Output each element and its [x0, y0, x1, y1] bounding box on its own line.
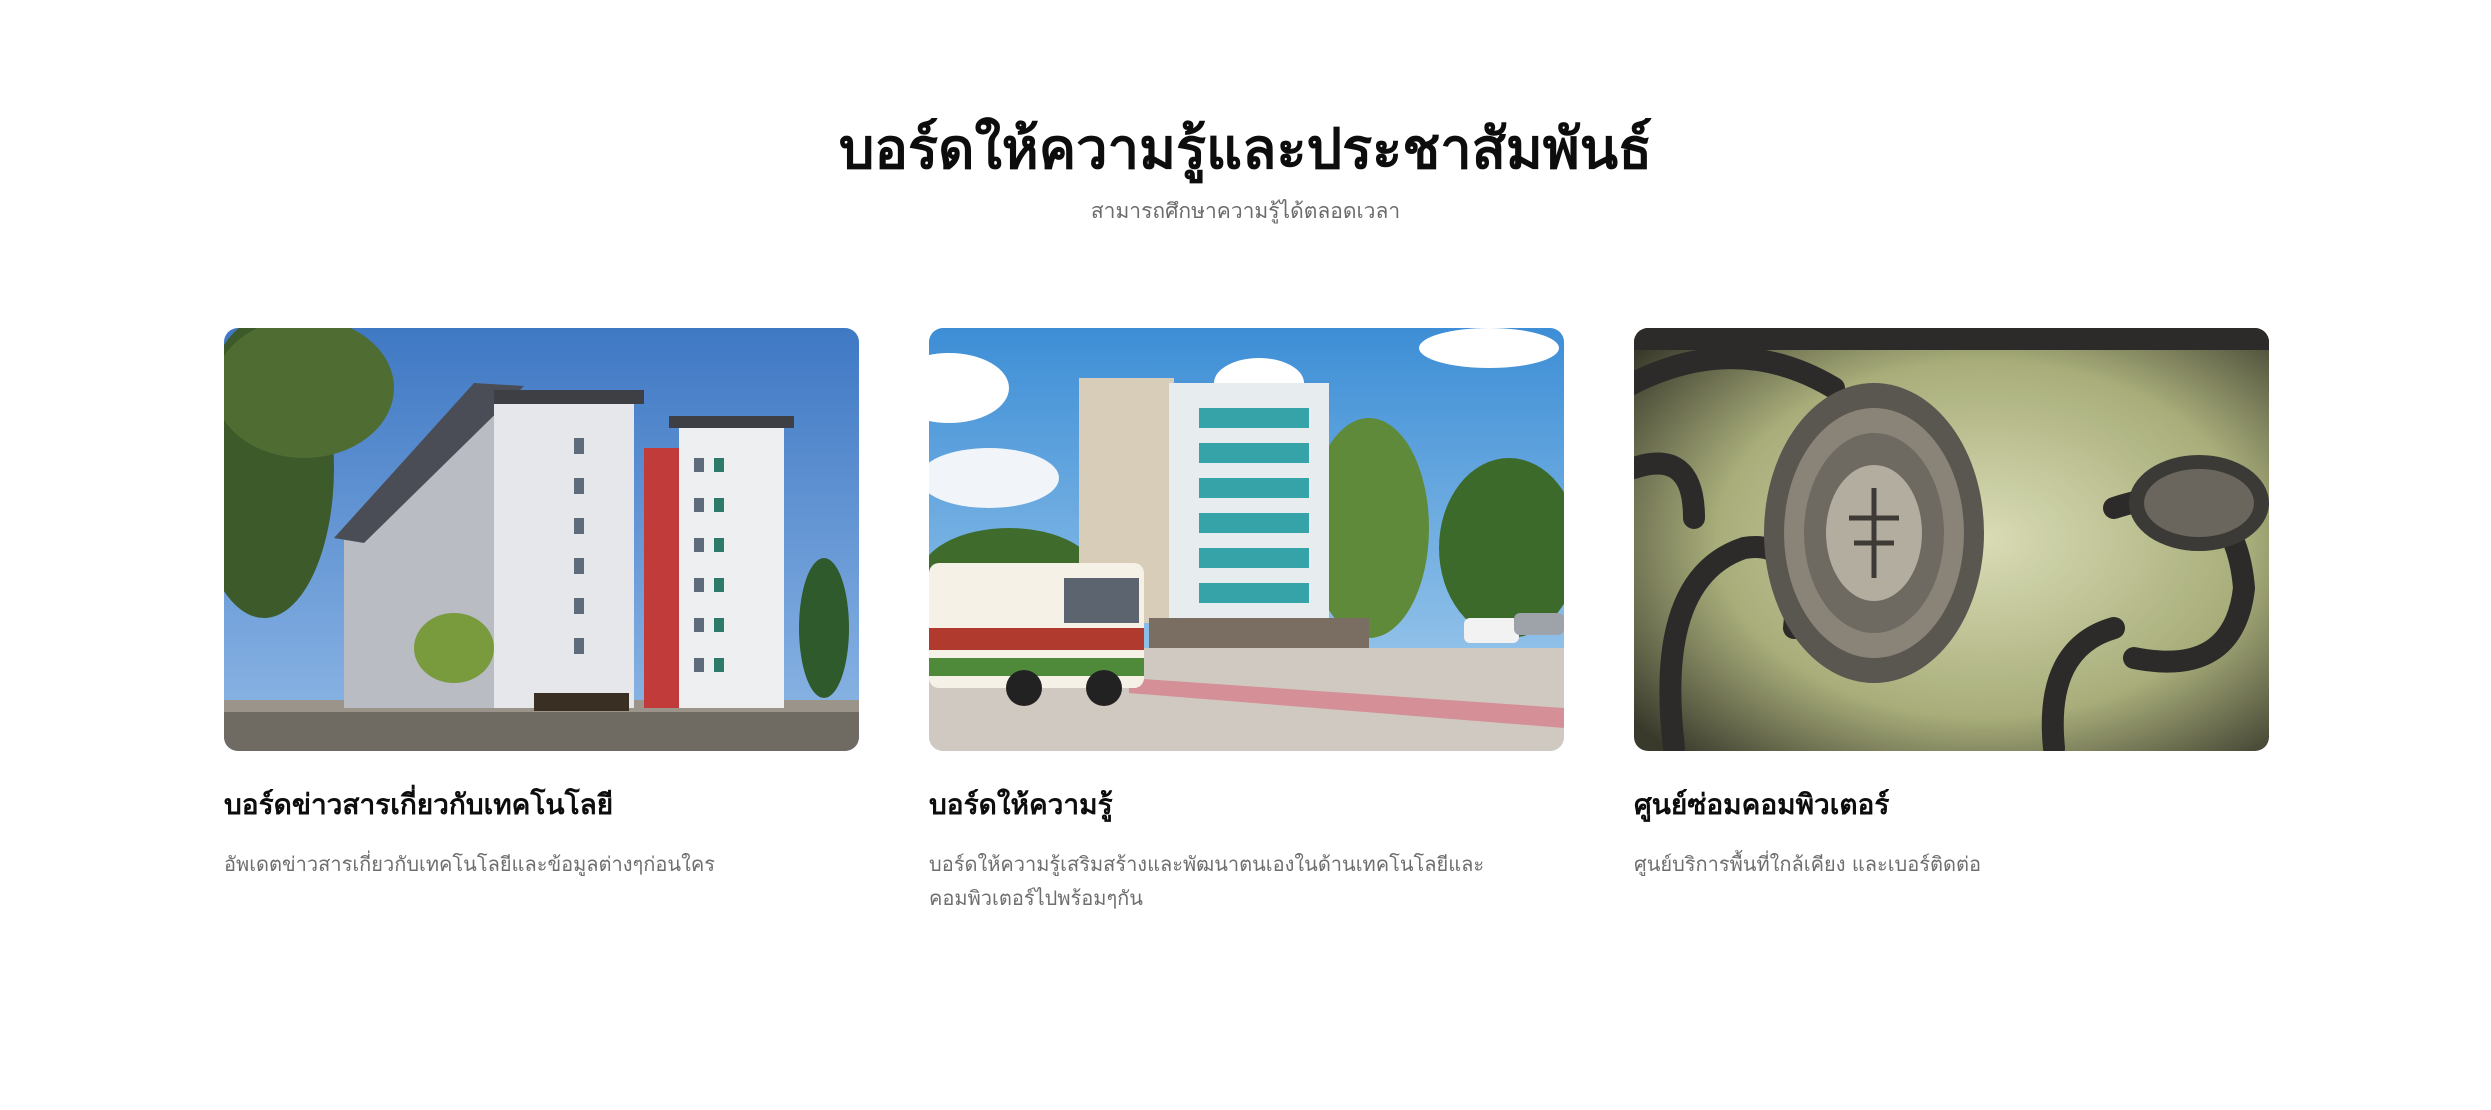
card-description: ศูนย์บริการพื้นที่ใกล้เคียง และเบอร์ติดต… [1634, 852, 1981, 876]
card-knowledge-board[interactable]: บอร์ดให้ความรู้ บอร์ดให้ความรู้เสริมสร้า… [929, 328, 1564, 915]
card-title[interactable]: บอร์ดข่าวสารเกี่ยวกับเทคโนโลยี [224, 785, 859, 825]
section-header: บอร์ดให้ความรู้และประชาสัมพันธ์ สามารถศึ… [0, 110, 2491, 226]
card-title[interactable]: บอร์ดให้ความรู้ [929, 785, 1564, 825]
card-grid: บอร์ดข่าวสารเกี่ยวกับเทคโนโลยี อัพเดตข่า… [224, 328, 2269, 928]
card-title[interactable]: ศูนย์ซ่อมคอมพิวเตอร์ [1634, 785, 2269, 825]
page-subtitle: สามารถศึกษาความรู้ได้ตลอดเวลา [1090, 199, 1401, 223]
building-photo[interactable] [224, 328, 859, 751]
card-description: บอร์ดให้ความรู้เสริมสร้างและพัฒนาตนเองใน… [929, 852, 1485, 910]
page-title: บอร์ดให้ความรู้และประชาสัมพันธ์ [838, 117, 1653, 182]
seal-gate-photo[interactable] [1634, 328, 2269, 751]
card-technology-news[interactable]: บอร์ดข่าวสารเกี่ยวกับเทคโนโลยี อัพเดตข่า… [224, 328, 859, 881]
card-description: อัพเดตข่าวสารเกี่ยวกับเทคโนโลยีและข้อมูล… [224, 852, 715, 876]
campus-bus-photo[interactable] [929, 328, 1564, 751]
card-computer-repair[interactable]: ศูนย์ซ่อมคอมพิวเตอร์ ศูนย์บริการพื้นที่ใ… [1634, 328, 2269, 881]
